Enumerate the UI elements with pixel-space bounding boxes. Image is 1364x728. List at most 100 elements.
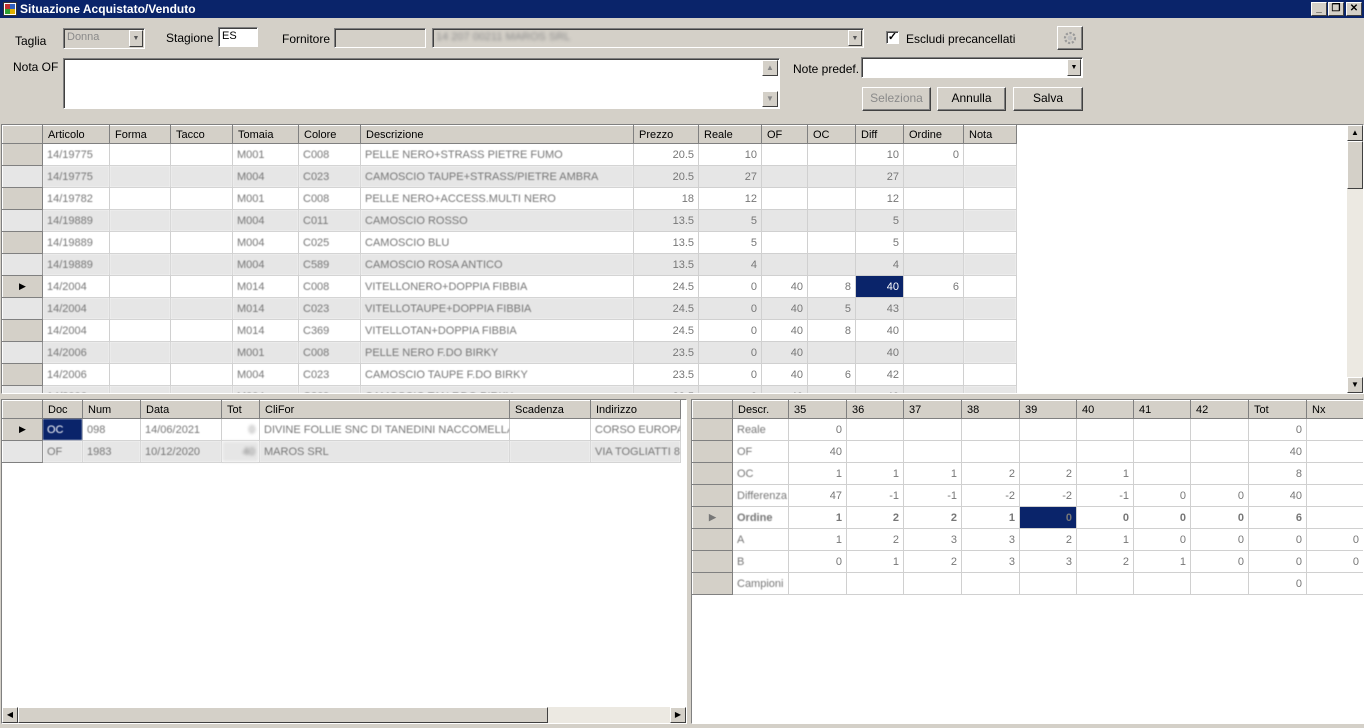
- scroll-thumb[interactable]: [1347, 141, 1363, 189]
- table-row[interactable]: OF 40 40: [692, 440, 1363, 463]
- row-selector[interactable]: [2, 440, 43, 463]
- table-cell[interactable]: 3: [903, 528, 962, 551]
- column-header-nota[interactable]: Nota: [963, 125, 1017, 144]
- table-cell[interactable]: [509, 418, 591, 441]
- table-cell[interactable]: 0: [1306, 528, 1363, 551]
- table-cell[interactable]: 14/2006: [42, 363, 110, 386]
- table-cell[interactable]: [903, 209, 964, 232]
- table-cell[interactable]: VIA TOGLIATTI 8: [590, 440, 681, 463]
- table-cell[interactable]: A: [732, 528, 789, 551]
- table-cell[interactable]: [903, 572, 962, 595]
- table-cell[interactable]: 14/19775: [42, 165, 110, 188]
- column-header-38[interactable]: 38: [961, 400, 1020, 419]
- row-selector[interactable]: [2, 165, 43, 188]
- table-cell[interactable]: [1019, 440, 1077, 463]
- table-cell[interactable]: 0: [903, 143, 964, 166]
- table-row[interactable]: 14/2006 M004C369CAMOSCIO TAN F.DO BIRKY23…: [2, 385, 1017, 393]
- table-cell[interactable]: M014: [232, 319, 299, 342]
- table-cell[interactable]: 0: [698, 275, 762, 298]
- table-cell[interactable]: 0: [1190, 550, 1249, 573]
- table-cell[interactable]: 0: [1248, 528, 1307, 551]
- scroll-down-icon[interactable]: ▼: [1347, 377, 1363, 393]
- table-cell[interactable]: Campioni: [732, 572, 789, 595]
- table-cell[interactable]: [1190, 418, 1249, 441]
- table-cell[interactable]: Differenza: [732, 484, 789, 507]
- column-header-scadenza[interactable]: Scadenza: [509, 400, 591, 419]
- row-selector[interactable]: [2, 187, 43, 210]
- row-selector[interactable]: [692, 550, 733, 573]
- table-cell[interactable]: PELLE NERO+STRASS PIETRE FUMO: [360, 143, 634, 166]
- table-cell[interactable]: M004: [232, 253, 299, 276]
- table-row[interactable]: ▶ 14/2004 M014 C008 VITELLONERO+DOPPIA FIBBI…: [2, 275, 1017, 298]
- table-cell[interactable]: [170, 253, 233, 276]
- row-selector[interactable]: [2, 319, 43, 342]
- row-selector[interactable]: [2, 341, 43, 364]
- table-cell[interactable]: 24.5: [633, 275, 699, 298]
- table-row[interactable]: B0123321000: [692, 550, 1363, 573]
- table-cell[interactable]: [1076, 440, 1134, 463]
- table-cell[interactable]: 6: [1248, 506, 1307, 529]
- table-cell[interactable]: 40: [1248, 440, 1307, 463]
- table-cell[interactable]: [761, 187, 808, 210]
- column-header-tot[interactable]: Tot: [1248, 400, 1307, 419]
- table-cell[interactable]: [1076, 418, 1134, 441]
- table-cell[interactable]: [963, 341, 1017, 364]
- table-cell[interactable]: 1: [788, 528, 847, 551]
- column-header-indirizzo[interactable]: Indirizzo: [590, 400, 681, 419]
- table-cell[interactable]: C008: [298, 275, 361, 298]
- table-cell[interactable]: [846, 418, 904, 441]
- table-cell[interactable]: 40: [761, 275, 808, 298]
- table-row[interactable]: Campioni 0: [692, 572, 1363, 595]
- table-cell[interactable]: [170, 363, 233, 386]
- table-cell[interactable]: 40: [855, 275, 904, 298]
- table-cell[interactable]: 0: [1133, 484, 1191, 507]
- table-cell[interactable]: 6: [903, 275, 964, 298]
- table-cell[interactable]: CAMOSCIO ROSSO: [360, 209, 634, 232]
- table-cell[interactable]: M004: [232, 165, 299, 188]
- row-selector[interactable]: [2, 363, 43, 386]
- table-cell[interactable]: 40: [761, 363, 808, 386]
- table-cell[interactable]: C023: [298, 363, 361, 386]
- table-cell[interactable]: 40: [855, 341, 904, 364]
- table-cell[interactable]: [807, 341, 856, 364]
- table-cell[interactable]: [761, 231, 808, 254]
- table-cell[interactable]: 23.5: [633, 341, 699, 364]
- row-selector[interactable]: [692, 440, 733, 463]
- table-cell[interactable]: CAMOSCIO BLU: [360, 231, 634, 254]
- table-cell[interactable]: 8: [1248, 462, 1307, 485]
- table-row[interactable]: A1233210000: [692, 528, 1363, 551]
- table-cell[interactable]: 24.5: [633, 297, 699, 320]
- table-cell[interactable]: 8: [807, 275, 856, 298]
- table-cell[interactable]: M014: [232, 275, 299, 298]
- scroll-thumb[interactable]: [18, 707, 548, 723]
- table-cell[interactable]: OC: [42, 418, 83, 441]
- table-cell[interactable]: MAROS SRL: [259, 440, 510, 463]
- table-cell[interactable]: M004: [232, 231, 299, 254]
- table-cell[interactable]: [170, 297, 233, 320]
- table-cell[interactable]: M004: [232, 209, 299, 232]
- table-cell[interactable]: 5: [855, 209, 904, 232]
- table-cell[interactable]: M004: [232, 385, 299, 393]
- table-cell[interactable]: [846, 572, 904, 595]
- column-header-colore[interactable]: Colore: [298, 125, 361, 144]
- table-cell[interactable]: 4: [698, 253, 762, 276]
- table-cell[interactable]: C369: [298, 385, 361, 393]
- column-header-42[interactable]: 42: [1190, 400, 1249, 419]
- table-cell[interactable]: [761, 209, 808, 232]
- column-header-forma[interactable]: Forma: [109, 125, 171, 144]
- table-cell[interactable]: [1306, 572, 1363, 595]
- table-cell[interactable]: 23.5: [633, 385, 699, 393]
- seleziona-button[interactable]: Seleziona: [862, 87, 931, 111]
- table-cell[interactable]: [1306, 462, 1363, 485]
- note-predef-select[interactable]: ▼: [861, 57, 1083, 78]
- table-cell[interactable]: 1: [788, 462, 847, 485]
- table-cell[interactable]: 1: [846, 462, 904, 485]
- salva-button[interactable]: Salva: [1013, 87, 1083, 111]
- table-cell[interactable]: [109, 363, 171, 386]
- table-cell[interactable]: 13.5: [633, 253, 699, 276]
- table-cell[interactable]: 2: [903, 506, 962, 529]
- table-cell[interactable]: 14/2006: [42, 385, 110, 393]
- scroll-up-icon[interactable]: ▲: [1347, 125, 1363, 141]
- column-header-of[interactable]: OF: [761, 125, 808, 144]
- table-cell[interactable]: M014: [232, 297, 299, 320]
